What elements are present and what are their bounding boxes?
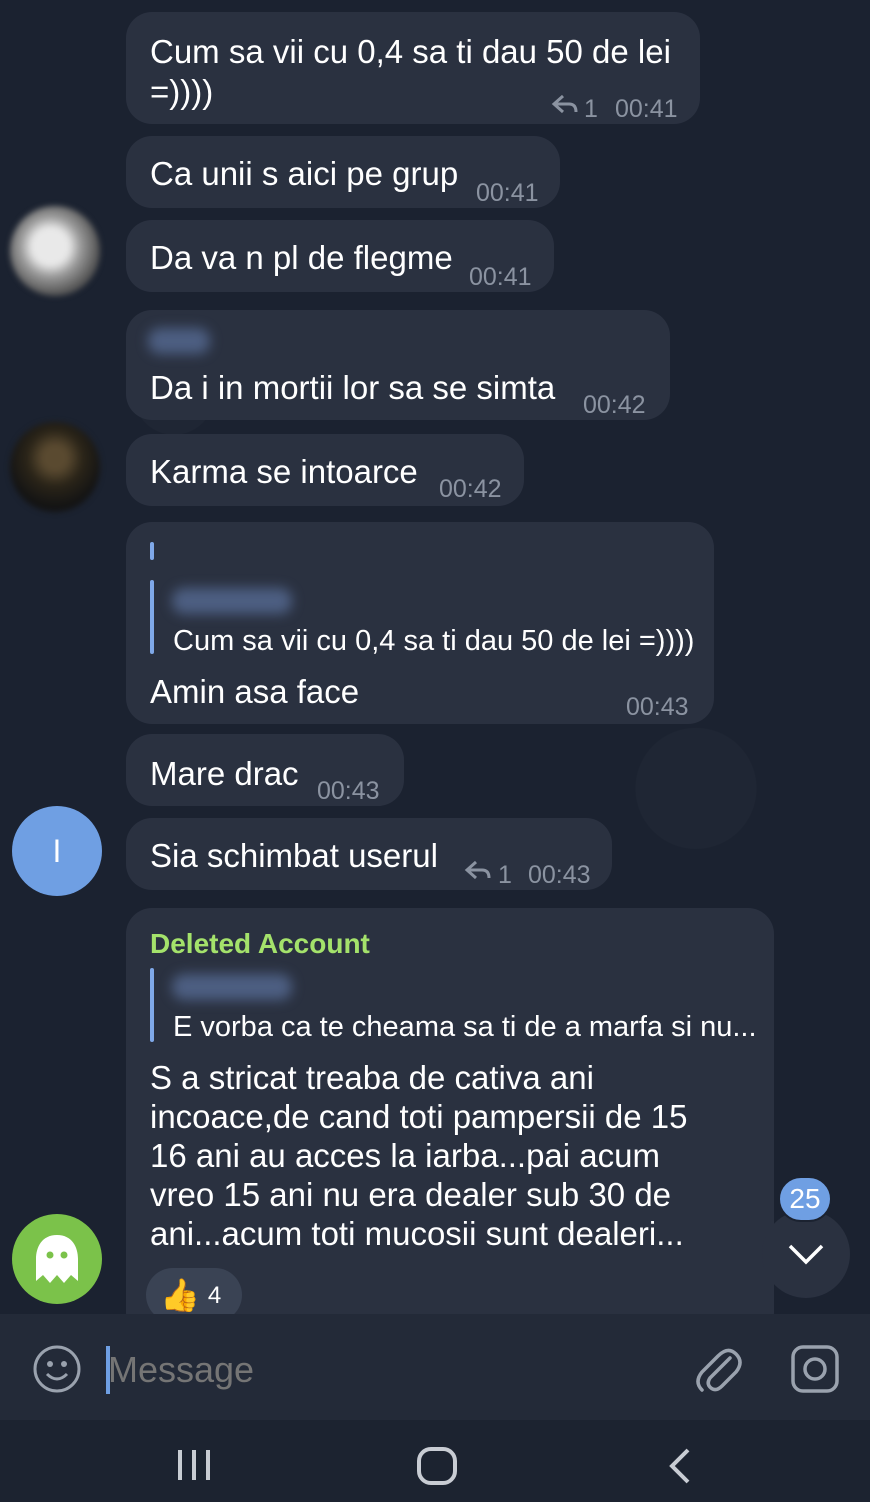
- message-time: 00:42: [583, 391, 646, 419]
- recent-apps-icon[interactable]: [174, 1448, 214, 1482]
- quote-bar: [150, 542, 154, 560]
- message-time: 00:41: [476, 179, 539, 207]
- unread-badge: 25: [778, 1176, 832, 1222]
- message-text: Mare drac: [150, 755, 299, 792]
- message-text: =)))): [150, 73, 214, 110]
- message-text: Sia schimbat userul: [150, 837, 438, 874]
- message-bubble[interactable]: Sia schimbat userul 1 00:43: [126, 818, 612, 890]
- avatar[interactable]: [12, 1214, 102, 1304]
- camera-icon[interactable]: [790, 1344, 840, 1394]
- blurred-sender-name: [148, 328, 210, 354]
- message-time: 00:43: [317, 777, 380, 805]
- message-text: ani...acum toti mucosii sunt dealeri...: [150, 1215, 684, 1252]
- message-text: Ca unii s aici pe grup: [150, 155, 459, 192]
- message-bubble[interactable]: Da i in mortii lor sa se simta 00:42: [126, 310, 670, 420]
- quoted-message: Cum sa vii cu 0,4 sa ti dau 50 de lei =)…: [173, 625, 695, 657]
- message-text: 16 ani au acces la iarba...pai acum: [150, 1137, 660, 1174]
- system-nav-bar: [0, 1420, 870, 1502]
- message-time: 00:41: [615, 95, 678, 123]
- message-time: 00:43: [528, 861, 591, 889]
- avatar[interactable]: [10, 422, 100, 512]
- back-icon[interactable]: [666, 1446, 696, 1486]
- message-bubble[interactable]: Deleted Account E vorba ca te cheama sa …: [126, 908, 774, 1314]
- unread-count: 25: [789, 1183, 821, 1214]
- message-time: 00:41: [469, 263, 532, 291]
- message-text: Cum sa vii cu 0,4 sa ti dau 50 de lei: [150, 33, 671, 70]
- message-bubble[interactable]: Cum sa vii cu 0,4 sa ti dau 50 de lei =)…: [126, 522, 714, 724]
- avatar[interactable]: [10, 206, 100, 296]
- message-text: Amin asa face: [150, 673, 360, 710]
- avatar[interactable]: I: [12, 806, 102, 896]
- reaction-count: 4: [207, 1281, 222, 1309]
- message-time: 00:43: [626, 693, 689, 721]
- avatar-letter: I: [52, 832, 62, 869]
- message-bubble[interactable]: Cum sa vii cu 0,4 sa ti dau 50 de lei =)…: [126, 12, 700, 124]
- reply-icon: [464, 860, 491, 880]
- message-text: incoace,de cand toti pampersii de 15: [150, 1098, 688, 1135]
- message-text: S a stricat treaba de cativa ani: [150, 1059, 594, 1096]
- reply-icon: [551, 94, 578, 114]
- home-icon[interactable]: [416, 1446, 458, 1486]
- scroll-down-icon: [788, 1244, 824, 1265]
- message-bubble[interactable]: Karma se intoarce 00:42: [126, 434, 524, 506]
- reaction-chip[interactable]: 👍 4: [146, 1268, 242, 1314]
- attach-icon[interactable]: [694, 1344, 742, 1396]
- message-bubble[interactable]: Mare drac 00:43: [126, 734, 404, 806]
- quote-bar: [150, 580, 154, 654]
- message-text: Karma se intoarce: [150, 453, 418, 490]
- quoted-message: E vorba ca te cheama sa ti de a marfa si…: [173, 1011, 757, 1043]
- chat-area[interactable]: Cum sa vii cu 0,4 sa ti dau 50 de lei =)…: [0, 0, 870, 1314]
- message-time: 00:42: [439, 475, 502, 503]
- message-bubble[interactable]: Ca unii s aici pe grup 00:41: [126, 136, 560, 208]
- scroll-down-button[interactable]: [762, 1210, 850, 1298]
- sender-name[interactable]: Deleted Account: [150, 924, 370, 963]
- emoji-icon[interactable]: [32, 1344, 82, 1394]
- blurred-sender-name: [172, 588, 292, 614]
- message-input[interactable]: [108, 1340, 668, 1400]
- message-bubble[interactable]: Da va n pl de flegme 00:41: [126, 220, 554, 292]
- message-text: Da i in mortii lor sa se simta: [150, 369, 556, 406]
- reply-count: 1: [584, 95, 598, 123]
- blurred-sender-name: [172, 974, 292, 1000]
- message-text: Da va n pl de flegme: [150, 239, 453, 276]
- message-composer: [0, 1314, 870, 1420]
- message-text: vreo 15 ani nu era dealer sub 30 de: [150, 1176, 672, 1213]
- quote-bar: [150, 968, 154, 1042]
- thumbs-up-icon: 👍: [160, 1277, 200, 1313]
- reply-count: 1: [498, 861, 512, 889]
- ghost-icon: [36, 1235, 78, 1283]
